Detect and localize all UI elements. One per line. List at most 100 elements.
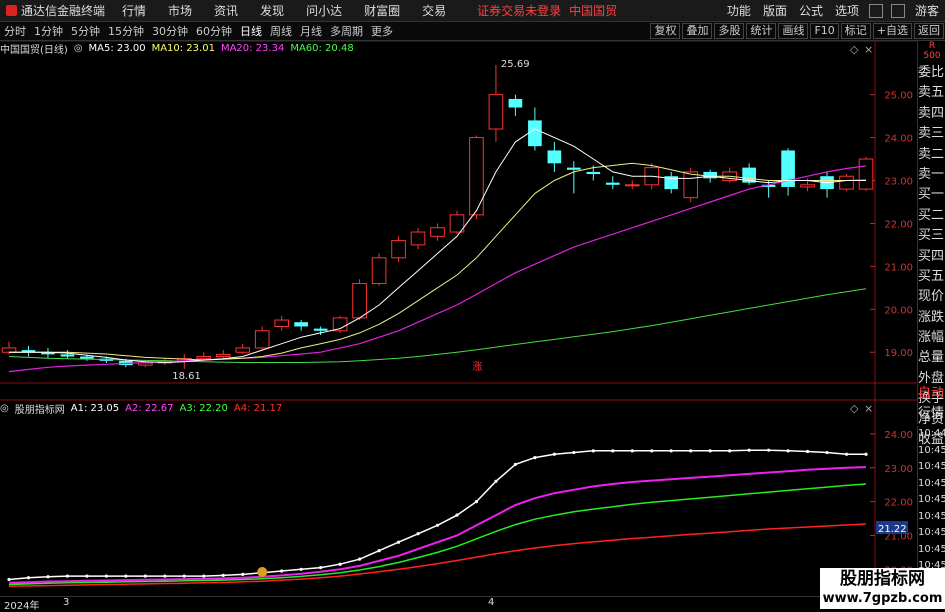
candle-body bbox=[605, 182, 620, 185]
a1-point bbox=[689, 449, 693, 453]
candle-body bbox=[60, 354, 75, 357]
btn-fanhui[interactable]: 返回 bbox=[914, 23, 944, 39]
candle-body bbox=[235, 347, 251, 353]
y-tick-label: 21.00 bbox=[884, 262, 913, 273]
a1-point bbox=[805, 449, 810, 454]
a1-point bbox=[455, 513, 459, 517]
quote-field-3: 卖三 bbox=[918, 126, 945, 142]
date-axis-m2: 4 bbox=[488, 597, 495, 608]
a1-point bbox=[46, 575, 50, 579]
tick-time-3: 10:45 bbox=[918, 477, 945, 489]
tick-time-7: 10:45 bbox=[918, 543, 945, 555]
y-tick-label: 25.00 bbox=[884, 91, 913, 102]
a1-point bbox=[182, 574, 186, 578]
ma20-label: MA20: 23.34 bbox=[220, 42, 285, 54]
a1-point bbox=[630, 449, 634, 453]
a1-point bbox=[202, 574, 206, 578]
a1-label: A1: 23.05 bbox=[70, 402, 120, 414]
a1-point bbox=[494, 479, 498, 483]
a1-point bbox=[396, 540, 401, 544]
a4-line bbox=[8, 523, 867, 587]
candle-body bbox=[430, 227, 445, 237]
candle-body bbox=[858, 158, 874, 190]
a1-point bbox=[844, 452, 849, 456]
date-axis-year: 2024年 bbox=[4, 601, 40, 612]
indicator-toggle-icon[interactable]: ◎ bbox=[0, 403, 9, 414]
close-icon: × bbox=[864, 43, 873, 56]
quote-panel-2: 自动 行情 bbox=[917, 384, 945, 424]
sub-settings-icon: ◇ bbox=[850, 402, 859, 415]
a1-point bbox=[513, 462, 518, 466]
quote-field-7: 买二 bbox=[918, 207, 945, 223]
sub-chart-title: 股朋指标网 bbox=[14, 404, 65, 416]
quote-field-10: 买五 bbox=[918, 268, 945, 284]
candle-body bbox=[254, 330, 270, 349]
y-tick-label: 22.00 bbox=[884, 219, 913, 230]
a1-point bbox=[767, 448, 771, 452]
candle-body bbox=[294, 322, 308, 327]
tick-time-0: 10:44 bbox=[918, 428, 945, 439]
candle-body bbox=[683, 171, 699, 199]
candle-body bbox=[567, 167, 581, 170]
a1-point bbox=[728, 449, 732, 453]
tick-time-4: 10:45 bbox=[918, 494, 945, 505]
a1-point bbox=[221, 573, 225, 578]
crosshair-value: 21.22 bbox=[878, 524, 907, 535]
quote-field-5: 卖一 bbox=[918, 166, 945, 182]
watermark-line1: 股朋指标网 bbox=[840, 569, 925, 589]
quote-panel-r: R bbox=[928, 41, 936, 51]
a1-point bbox=[319, 566, 323, 570]
candle-body bbox=[624, 184, 640, 187]
a1-point bbox=[241, 572, 245, 576]
candle-body bbox=[528, 120, 542, 147]
a1-point bbox=[474, 500, 479, 504]
candle-body bbox=[488, 94, 504, 130]
ma-toggle-icon[interactable]: ◎ bbox=[74, 43, 83, 54]
candle-body bbox=[410, 231, 426, 246]
a1-point bbox=[533, 456, 537, 460]
quote-field-14: 总量 bbox=[918, 350, 945, 366]
main-chart-header: 中国国贸(日线) ◎ MA5: 23.00 MA10: 23.01 MA20: … bbox=[0, 41, 360, 56]
a2-label: A2: 22.67 bbox=[125, 402, 174, 414]
date-axis-m1: 3 bbox=[63, 597, 70, 608]
candle-body bbox=[800, 184, 815, 188]
sub-y-tick-label: 23.00 bbox=[884, 464, 913, 475]
a1-point bbox=[650, 449, 654, 453]
a1-point bbox=[786, 449, 790, 453]
a1-point bbox=[864, 452, 868, 456]
low-price-label: 18.61 bbox=[172, 371, 201, 382]
quote-auto[interactable]: 自动 bbox=[918, 384, 945, 404]
candle-body bbox=[313, 328, 328, 331]
quote-panel-sub: 500 bbox=[923, 51, 941, 61]
candle-body bbox=[391, 240, 406, 259]
ma60-line bbox=[8, 288, 867, 363]
candle-body bbox=[839, 175, 854, 190]
date-axis: 2024年 3 4 bbox=[0, 596, 945, 612]
a3-line bbox=[8, 483, 867, 586]
candle-body bbox=[371, 257, 387, 285]
candle-body bbox=[703, 171, 717, 179]
a1-point bbox=[552, 452, 556, 456]
high-price-label: 25.69 bbox=[501, 59, 530, 70]
a1-point bbox=[7, 577, 11, 582]
a1-point bbox=[669, 449, 673, 453]
y-tick-label: 20.00 bbox=[884, 305, 913, 316]
tick-time-1: 10:45 bbox=[918, 444, 945, 456]
a1-point bbox=[708, 449, 712, 453]
a1-point bbox=[26, 576, 31, 580]
chart-canvas[interactable]: 25.00 24.00 23.00 22.00 21.00 20.00 19.00 24.00… bbox=[0, 0, 917, 596]
settings-icon: ◇ bbox=[850, 43, 859, 56]
quote-field-1: 卖五 bbox=[918, 85, 945, 101]
signal-marker-icon bbox=[257, 567, 268, 577]
sub-chart-header: ◎ 股朋指标网 A1: 23.05 A2: 22.67 A3: 22.20 A4… bbox=[0, 401, 288, 416]
rise-marker: 涨 bbox=[472, 361, 482, 373]
quote-panel: R 500 委比 卖五 卖四 卖三 卖二 卖一 买一 买二 买三 买四 买五 现价 涨跌 涨幅 总量 外盘 换手… bbox=[917, 41, 945, 447]
a1-point bbox=[338, 562, 342, 566]
a1-point bbox=[124, 574, 128, 578]
quote-hangqing[interactable]: 行情 bbox=[918, 404, 945, 424]
a1-point bbox=[104, 574, 108, 578]
candle-body bbox=[547, 150, 562, 164]
candle-body bbox=[1, 347, 17, 353]
a1-line bbox=[8, 449, 866, 581]
a1-point bbox=[416, 532, 420, 536]
